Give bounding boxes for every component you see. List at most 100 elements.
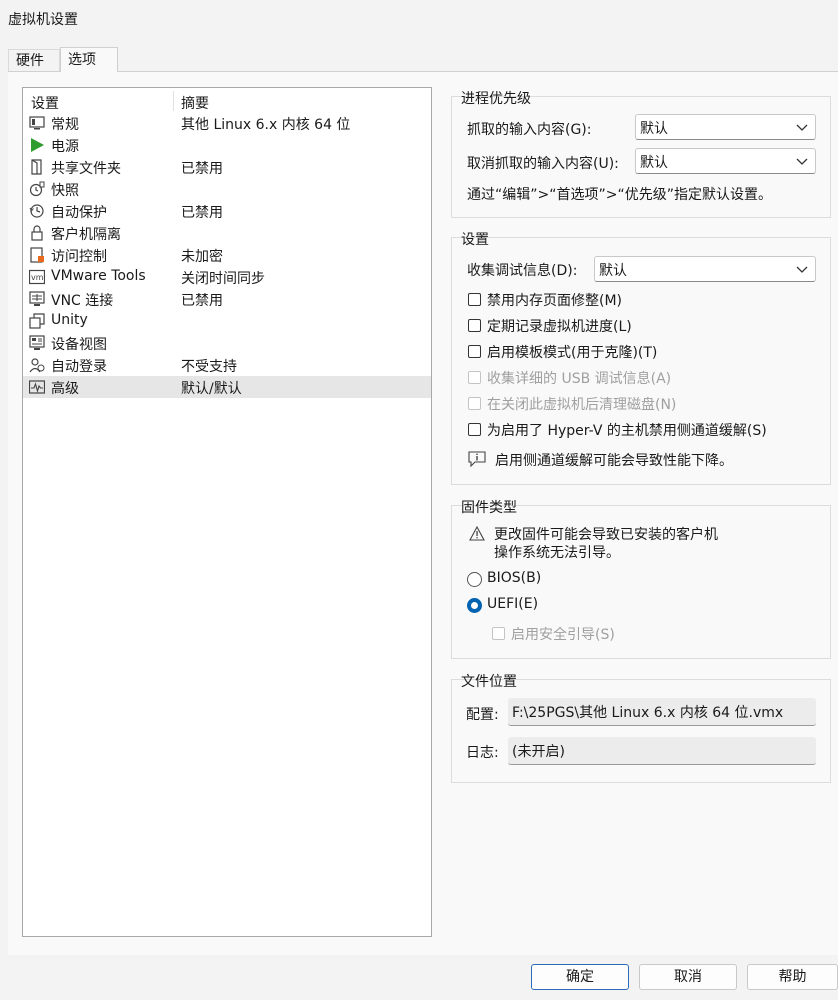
list-item-name: 自动保护 bbox=[51, 205, 107, 221]
select-value: 默认 bbox=[599, 263, 627, 279]
list-item-summary: 其他 Linux 6.x 内核 64 位 bbox=[181, 117, 351, 133]
checkbox-label: 在关闭此虚拟机后清理磁盘(N) bbox=[487, 397, 677, 413]
lock-icon bbox=[29, 225, 45, 241]
hyperv-side-channel-checkbox[interactable] bbox=[468, 423, 481, 436]
list-item-autoprotect[interactable]: 自动保护 已禁用 bbox=[23, 200, 431, 222]
checkbox-label: 收集详细的 USB 调试信息(A) bbox=[487, 371, 672, 387]
title-bar: 虚拟机设置 bbox=[0, 0, 838, 36]
list-item-summary: 已禁用 bbox=[181, 161, 223, 177]
priority-hint: 通过“编辑”>“首选项”>“优先级”指定默认设置。 bbox=[467, 187, 772, 203]
cancel-button[interactable]: 取消 bbox=[639, 964, 737, 990]
uefi-radio[interactable] bbox=[467, 598, 482, 613]
list-item-name: 电源 bbox=[51, 139, 79, 155]
list-header: 设置 摘要 bbox=[23, 90, 431, 112]
unity-icon bbox=[29, 313, 45, 329]
list-item-snapshots[interactable]: 快照 bbox=[23, 178, 431, 200]
firmware-group: 固件类型 更改固件可能会导致已安装的客户机 操作系统无法引导。 BIOS(B) … bbox=[451, 500, 831, 659]
log-label: 日志: bbox=[466, 745, 499, 761]
list-item-advanced[interactable]: 高级 默认/默认 bbox=[23, 376, 431, 398]
clean-disk-checkbox bbox=[468, 397, 481, 410]
list-item-access-control[interactable]: 访问控制 未加密 bbox=[23, 244, 431, 266]
tab-hardware[interactable]: 硬件 bbox=[8, 49, 60, 72]
autologin-icon bbox=[29, 357, 45, 373]
checkbox-label[interactable]: 为启用了 Hyper-V 的主机禁用侧通道缓解(S) bbox=[487, 420, 767, 440]
list-item-shared-folders[interactable]: 共享文件夹 已禁用 bbox=[23, 156, 431, 178]
list-item-general[interactable]: 常规 其他 Linux 6.x 内核 64 位 bbox=[23, 112, 431, 134]
firmware-warning-line1: 更改固件可能会导致已安装的客户机 bbox=[494, 527, 718, 543]
column-header-setting[interactable]: 设置 bbox=[31, 93, 59, 113]
group-title: 文件位置 bbox=[461, 674, 517, 690]
usb-debug-checkbox bbox=[468, 371, 481, 384]
list-item-vmware-tools[interactable]: vm VMware Tools 关闭时间同步 bbox=[23, 266, 431, 288]
config-path-value: F:\25PGS\其他 Linux 6.x 内核 64 位.vmx bbox=[512, 705, 784, 721]
side-channel-info: 启用侧通道缓解可能会导致性能下降。 bbox=[495, 453, 733, 469]
snapshot-icon bbox=[29, 181, 45, 197]
log-vm-progress-checkbox[interactable] bbox=[468, 319, 481, 332]
process-priority-group: 进程优先级 抓取的输入内容(G): 默认 取消抓取的输入内容(U): 默认 通过… bbox=[451, 91, 831, 218]
debug-info-select[interactable]: 默认 bbox=[594, 256, 816, 282]
bios-radio[interactable] bbox=[467, 572, 482, 587]
list-item-name: 高级 bbox=[51, 381, 79, 397]
template-mode-checkbox[interactable] bbox=[468, 345, 481, 358]
list-item-name: Unity bbox=[51, 312, 88, 328]
list-item-power[interactable]: 电源 bbox=[23, 134, 431, 156]
checkbox-label[interactable]: 启用模板模式(用于克隆)(T) bbox=[487, 342, 657, 362]
settings-group: 设置 收集调试信息(D): 默认 禁用内存页面修整(M) 定期记录虚拟机进度(L… bbox=[451, 232, 831, 485]
config-path-field[interactable]: F:\25PGS\其他 Linux 6.x 内核 64 位.vmx bbox=[508, 698, 816, 726]
radio-label[interactable]: BIOS(B) bbox=[487, 570, 541, 586]
group-title: 设置 bbox=[461, 232, 489, 248]
group-title: 固件类型 bbox=[461, 500, 517, 516]
access-control-icon bbox=[29, 247, 45, 263]
select-value: 默认 bbox=[640, 121, 668, 137]
chevron-down-icon bbox=[795, 120, 809, 134]
list-item-name: 共享文件夹 bbox=[51, 161, 121, 177]
list-item-unity[interactable]: Unity bbox=[23, 310, 431, 332]
list-item-name: VNC 连接 bbox=[51, 293, 114, 309]
list-item-name: VMware Tools bbox=[51, 268, 146, 284]
column-separator[interactable] bbox=[173, 91, 174, 111]
options-list[interactable]: 设置 摘要 常规 其他 Linux 6.x 内核 64 位 电源 共享文件夹 已… bbox=[22, 87, 432, 937]
list-item-vnc[interactable]: VNC 连接 已禁用 bbox=[23, 288, 431, 310]
help-button[interactable]: 帮助 bbox=[747, 964, 838, 990]
checkbox-label: 启用安全引导(S) bbox=[511, 627, 615, 643]
ungrabbed-input-label: 取消抓取的输入内容(U): bbox=[467, 156, 619, 172]
list-item-summary: 默认/默认 bbox=[181, 381, 242, 397]
list-item-guest-isolation[interactable]: 客户机隔离 bbox=[23, 222, 431, 244]
autoprotect-icon bbox=[29, 203, 45, 219]
ok-button[interactable]: 确定 bbox=[531, 964, 629, 990]
list-item-device-view[interactable]: 设备视图 bbox=[23, 332, 431, 354]
vmware-tools-icon: vm bbox=[29, 269, 45, 285]
general-icon bbox=[29, 115, 45, 131]
list-item-autologin[interactable]: 自动登录 不受支持 bbox=[23, 354, 431, 376]
group-title: 进程优先级 bbox=[461, 91, 531, 107]
info-icon bbox=[468, 451, 486, 467]
tab-options[interactable]: 选项 bbox=[60, 47, 118, 72]
device-view-icon bbox=[29, 335, 45, 351]
column-header-summary[interactable]: 摘要 bbox=[181, 93, 209, 113]
list-item-summary: 已禁用 bbox=[181, 205, 223, 221]
list-item-name: 自动登录 bbox=[51, 359, 107, 375]
vnc-icon bbox=[29, 291, 45, 307]
list-item-summary: 不受支持 bbox=[181, 359, 237, 375]
checkbox-label[interactable]: 禁用内存页面修整(M) bbox=[487, 290, 622, 310]
svg-text:vm: vm bbox=[31, 273, 44, 282]
disable-memory-trim-checkbox[interactable] bbox=[468, 293, 481, 306]
select-value: 默认 bbox=[640, 155, 668, 171]
list-item-name: 访问控制 bbox=[51, 249, 107, 265]
list-item-name: 设备视图 bbox=[51, 337, 107, 353]
secure-boot-checkbox bbox=[492, 627, 505, 640]
list-item-name: 客户机隔离 bbox=[51, 227, 121, 243]
warning-icon bbox=[469, 526, 485, 541]
config-label: 配置: bbox=[466, 707, 499, 723]
log-path-field[interactable]: (未开启) bbox=[508, 737, 816, 765]
checkbox-label[interactable]: 定期记录虚拟机进度(L) bbox=[487, 316, 632, 336]
radio-label[interactable]: UEFI(E) bbox=[487, 596, 538, 612]
chevron-down-icon bbox=[795, 262, 809, 276]
list-item-name: 快照 bbox=[51, 183, 79, 199]
list-item-summary: 关闭时间同步 bbox=[181, 271, 265, 287]
ungrabbed-input-select[interactable]: 默认 bbox=[635, 148, 816, 174]
grabbed-input-select[interactable]: 默认 bbox=[635, 114, 816, 140]
list-item-summary: 未加密 bbox=[181, 249, 223, 265]
shared-folder-icon bbox=[29, 159, 45, 175]
list-item-name: 常规 bbox=[51, 117, 79, 133]
